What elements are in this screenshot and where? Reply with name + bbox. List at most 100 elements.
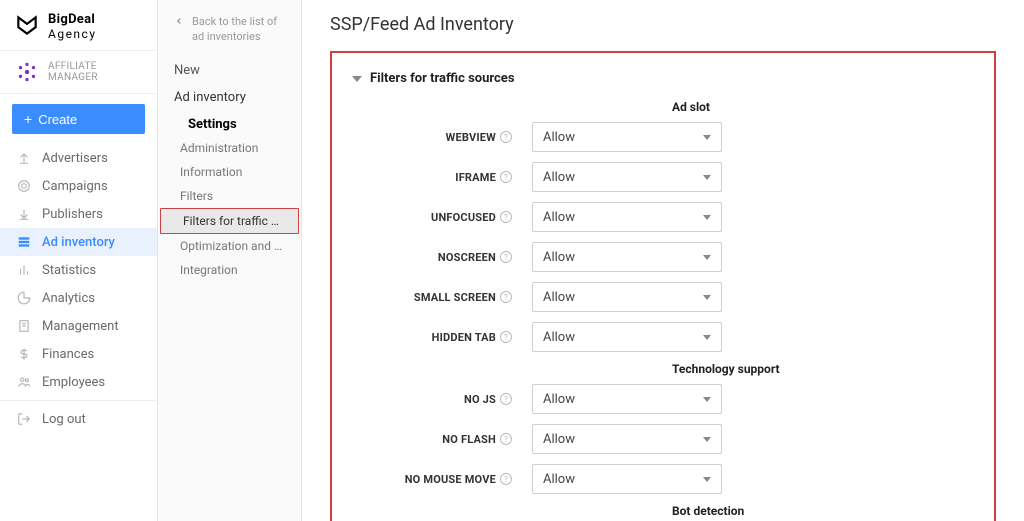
chevron-down-icon: [703, 397, 711, 402]
subnav-item[interactable]: Administration: [158, 136, 301, 160]
subnav-item[interactable]: Filters: [158, 184, 301, 208]
back-link[interactable]: Back to the list of ad inventories: [158, 12, 301, 57]
doc-icon: [16, 318, 32, 334]
filter-row: UNFOCUSED? Allow: [352, 202, 974, 232]
secondary-sidebar: Back to the list of ad inventories New A…: [158, 0, 302, 521]
help-icon[interactable]: ?: [500, 473, 512, 485]
filter-select[interactable]: Allow: [532, 122, 722, 152]
nav-item-analytics[interactable]: Analytics: [0, 284, 157, 312]
role-badge: AFFILIATE MANAGER: [0, 50, 157, 94]
role-label: AFFILIATE MANAGER: [48, 61, 143, 83]
filter-select[interactable]: Allow: [532, 202, 722, 232]
nav-item-label: Employees: [42, 375, 105, 390]
bars-icon: [16, 262, 32, 278]
select-value: Allow: [543, 392, 575, 407]
page-title: SSP/Feed Ad Inventory: [330, 14, 996, 35]
subnav-item[interactable]: Filters for traffic sour…: [160, 208, 299, 234]
main-sidebar: BigDeal Agency AFFILIATE MANAGER + Creat…: [0, 0, 158, 521]
subnav-new[interactable]: New: [158, 57, 301, 84]
select-value: Allow: [543, 130, 575, 145]
chevron-down-icon: [703, 215, 711, 220]
nav-item-label: Statistics: [42, 263, 96, 278]
nav-item-finances[interactable]: Finances: [0, 340, 157, 368]
filter-row: SMALL SCREEN? Allow: [352, 282, 974, 312]
nav-item-campaigns[interactable]: Campaigns: [0, 172, 157, 200]
nav-item-label: Advertisers: [42, 151, 108, 166]
chevron-down-icon: [703, 335, 711, 340]
filter-label: NO MOUSE MOVE?: [352, 473, 512, 486]
back-link-label: Back to the list of ad inventories: [192, 14, 285, 45]
help-icon[interactable]: ?: [500, 393, 512, 405]
filter-row: NO FLASH? Allow: [352, 424, 974, 454]
nav-item-ad-inventory[interactable]: Ad inventory: [0, 228, 157, 256]
help-icon[interactable]: ?: [500, 131, 512, 143]
nav-item-employees[interactable]: Employees: [0, 368, 157, 396]
role-icon: [14, 59, 40, 85]
filter-select[interactable]: Allow: [532, 282, 722, 312]
create-button[interactable]: + Create: [12, 104, 145, 134]
filter-label: UNFOCUSED?: [352, 211, 512, 224]
group-title: Technology support: [672, 362, 974, 376]
nav-divider: [0, 400, 157, 401]
create-button-label: Create: [38, 112, 77, 127]
subnav-item[interactable]: Information: [158, 160, 301, 184]
filter-select[interactable]: Allow: [532, 384, 722, 414]
nav-item-label: Campaigns: [42, 179, 108, 194]
pie-icon: [16, 290, 32, 306]
help-icon[interactable]: ?: [500, 331, 512, 343]
select-value: Allow: [543, 210, 575, 225]
brand-logo: BigDeal Agency: [0, 0, 157, 50]
filter-row: HIDDEN TAB? Allow: [352, 322, 974, 352]
help-icon[interactable]: ?: [500, 211, 512, 223]
subnav-settings-heading[interactable]: Settings: [158, 111, 301, 136]
section-header[interactable]: Filters for traffic sources: [352, 71, 974, 86]
filter-row: IFRAME? Allow: [352, 162, 974, 192]
nav-item-label: Ad inventory: [42, 235, 115, 250]
plus-icon: +: [24, 111, 32, 127]
filter-label: HIDDEN TAB?: [352, 331, 512, 344]
subnav-item[interactable]: Optimization and rules: [158, 234, 301, 258]
filter-label: IFRAME?: [352, 171, 512, 184]
chevron-down-icon: [703, 135, 711, 140]
nav-item-advertisers[interactable]: Advertisers: [0, 144, 157, 172]
grid-icon: [16, 234, 32, 250]
brand-name: BigDeal: [48, 13, 97, 27]
filter-row: NO MOUSE MOVE? Allow: [352, 464, 974, 494]
select-value: Allow: [543, 472, 575, 487]
collapse-icon: [352, 76, 362, 82]
filter-label: SMALL SCREEN?: [352, 291, 512, 304]
main-nav: Advertisers Campaigns Publishers Ad invento…: [0, 144, 157, 396]
help-icon[interactable]: ?: [500, 171, 512, 183]
help-icon[interactable]: ?: [500, 433, 512, 445]
form-highlight-box: Filters for traffic sources Ad slotWEBVI…: [330, 51, 996, 521]
subnav-item[interactable]: Integration: [158, 258, 301, 282]
logout-button[interactable]: Log out: [0, 405, 157, 433]
nav-item-statistics[interactable]: Statistics: [0, 256, 157, 284]
filter-select[interactable]: Allow: [532, 242, 722, 272]
target-icon: [16, 178, 32, 194]
logout-label: Log out: [42, 412, 86, 427]
help-icon[interactable]: ?: [500, 291, 512, 303]
filter-select[interactable]: Allow: [532, 464, 722, 494]
filter-select[interactable]: Allow: [532, 162, 722, 192]
filter-select[interactable]: Allow: [532, 322, 722, 352]
nav-item-management[interactable]: Management: [0, 312, 157, 340]
download-icon: [16, 206, 32, 222]
filter-row: NOSCREEN?Allow: [352, 242, 974, 272]
select-value: Allow: [543, 250, 575, 265]
filter-select[interactable]: Allow: [532, 424, 722, 454]
filter-label: NO FLASH?: [352, 433, 512, 446]
nav-item-label: Finances: [42, 347, 94, 362]
chevron-down-icon: [703, 295, 711, 300]
main-content: SSP/Feed Ad Inventory Filters for traffi…: [302, 0, 1024, 521]
nav-item-label: Management: [42, 319, 119, 334]
brand-subname: Agency: [48, 28, 97, 41]
help-icon[interactable]: ?: [500, 251, 512, 263]
chevron-down-icon: [703, 477, 711, 482]
select-value: Allow: [543, 170, 575, 185]
nav-item-publishers[interactable]: Publishers: [0, 200, 157, 228]
select-value: Allow: [543, 290, 575, 305]
chevron-down-icon: [703, 175, 711, 180]
dollar-icon: [16, 346, 32, 362]
subnav-parent[interactable]: Ad inventory: [158, 84, 301, 111]
